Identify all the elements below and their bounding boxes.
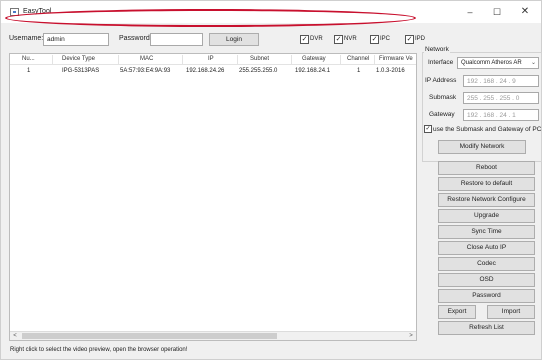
status-bar-text: Right click to select the video preview,… [10,347,188,353]
restore-default-button[interactable]: Restore to default [438,177,535,191]
dvr-label: DVR [310,36,323,42]
submask-label: Submask [429,94,457,101]
interface-label: Interface [428,59,454,66]
refresh-list-button[interactable]: Refresh List [438,321,535,335]
cell-subnet: 255.255.255.0 [239,68,278,74]
password-button[interactable]: Password [438,289,535,303]
horizontal-scrollbar[interactable]: < > [10,331,416,340]
password-label: Password: [119,35,152,42]
easytool-window: EasyTool – ☐ ✕ Username: admin Password:… [0,0,542,360]
dvr-checkbox[interactable]: ✓ [300,35,309,44]
password-field[interactable] [150,33,203,46]
scroll-thumb[interactable] [22,333,277,339]
ipd-label: IPD [415,36,426,42]
cell-device-type: IPG-5313PAS [62,68,100,74]
ip-address-label: IP Address [425,77,457,84]
ipd-checkbox[interactable]: ✓ [405,35,414,44]
close-auto-ip-button[interactable]: Close Auto IP [438,241,535,255]
minimize-button[interactable]: – [457,5,483,19]
gateway-label: Gateway [429,111,455,118]
login-button[interactable]: Login [209,33,259,46]
gateway-field[interactable]: 192 . 168 . 24 . 1 [463,109,539,121]
restore-network-button[interactable]: Restore Network Configure [438,193,535,207]
chevron-down-icon: ⌄ [530,60,536,66]
osd-button[interactable]: OSD [438,273,535,287]
ipc-checkbox[interactable]: ✓ [370,35,379,44]
cell-number: 1 [27,68,31,74]
submask-field[interactable]: 255 . 255 . 255 . 0 [463,92,539,104]
row-highlight-ellipse [5,9,416,27]
interface-select[interactable]: Qualcomm Atheros AR ⌄ [457,57,539,69]
upgrade-button[interactable]: Upgrade [438,209,535,223]
cell-firmware: 1.0.3-2016 [376,68,405,74]
reboot-button[interactable]: Reboot [438,161,535,175]
column-header-channel[interactable]: Channel [347,56,369,62]
export-button[interactable]: Export [438,305,476,319]
cell-mac: 5A:57:93:E4:9A:93 [120,68,171,74]
scroll-right-arrow-icon[interactable]: > [406,332,416,340]
column-header-number[interactable]: Nu... [22,56,35,62]
nvr-checkbox[interactable]: ✓ [334,35,343,44]
login-row: Username: admin Password: Login ✓ DVR ✓ … [1,33,541,49]
device-table[interactable]: Nu... Device Type MAC IP Subnet Gateway … [9,53,417,341]
scroll-left-arrow-icon[interactable]: < [10,332,20,340]
modify-network-button[interactable]: Modify Network [438,140,526,154]
nvr-label: NVR [344,36,357,42]
use-pc-subnet-label: use the Submask and Gateway of PC [433,126,542,133]
ipc-label: IPC [380,36,391,42]
close-button[interactable]: ✕ [512,5,538,19]
username-label: Username: [9,35,44,42]
cell-ip: 192.168.24.26 [186,68,225,74]
column-header-ip[interactable]: IP [208,56,214,62]
cell-channel: 1 [357,68,361,74]
column-header-mac[interactable]: MAC [140,56,153,62]
maximize-button[interactable]: ☐ [484,5,510,19]
network-group-title: Network [424,46,450,53]
sync-time-button[interactable]: Sync Time [438,225,535,239]
table-header: Nu... Device Type MAC IP Subnet Gateway … [10,54,416,65]
codec-button[interactable]: Codec [438,257,535,271]
column-header-firmware[interactable]: Firmware Ve [379,56,413,62]
use-pc-subnet-checkbox[interactable]: ✓ [424,125,432,133]
ip-address-field[interactable]: 192 . 168 . 24 . 9 [463,75,539,87]
cell-gateway: 192.168.24.1 [295,68,331,74]
column-header-subnet[interactable]: Subnet [250,56,269,62]
username-field[interactable]: admin [43,33,109,46]
table-row[interactable]: 1 IPG-5313PAS 5A:57:93:E4:9A:93 192.168.… [10,65,416,77]
import-button[interactable]: Import [487,305,535,319]
column-header-device-type[interactable]: Device Type [62,56,95,62]
column-header-gateway[interactable]: Gateway [302,56,326,62]
